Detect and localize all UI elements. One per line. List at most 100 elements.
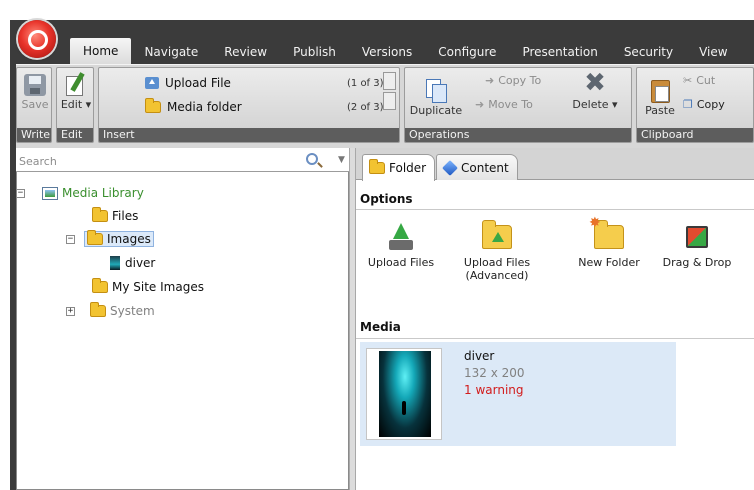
tab-folder[interactable]: Folder [362, 154, 436, 181]
tree-node-files[interactable]: Files [92, 206, 138, 226]
collapse-toggle[interactable]: − [66, 234, 75, 244]
drag-drop-option[interactable]: Drag & Drop [652, 218, 742, 269]
upload-file-count: (1 of 3) [347, 77, 384, 89]
search-bar: ▼ [16, 150, 349, 172]
tab-folder-label: Folder [389, 161, 427, 175]
delete-button[interactable]: ✖ Delete ▾ [563, 70, 627, 111]
ribbon-tabs: Home Navigate Review Publish Versions Co… [70, 38, 741, 64]
insert-group: Upload File (1 of 3) Media folder (2 of … [98, 67, 400, 143]
search-input[interactable] [19, 152, 289, 170]
pane-splitter[interactable] [349, 148, 356, 490]
tab-navigate[interactable]: Navigate [131, 40, 211, 64]
application-orb-button[interactable] [18, 20, 56, 58]
ribbon-toolbar: Save Write Edit ▾ Edit Upload File (1 of… [16, 64, 754, 148]
scroll-down-button[interactable] [383, 92, 396, 110]
clipboard-group-label: Clipboard [637, 128, 753, 142]
move-to-label: Move To [488, 98, 533, 111]
content-tabs: Folder Content [356, 148, 754, 181]
tab-home[interactable]: Home [70, 38, 132, 64]
content-cube-icon [442, 159, 458, 176]
diver-image [379, 351, 431, 437]
cut-label: Cut [696, 74, 716, 87]
tree-node-label: System [110, 304, 155, 318]
copy-label: Copy [696, 98, 725, 111]
tree-node-label: diver [125, 256, 156, 270]
tab-content[interactable]: Content [436, 154, 518, 180]
tree-node-images[interactable]: − Images [66, 229, 154, 249]
operations-group-label: Operations [405, 128, 631, 142]
tab-view[interactable]: View [686, 40, 740, 64]
content-pane: Folder Content Options Upload Files Uplo… [356, 148, 754, 490]
tab-presentation[interactable]: Presentation [509, 40, 610, 64]
media-tree: − Media Library Files − Images diver My … [16, 173, 349, 490]
folder-icon [369, 159, 385, 174]
tree-node-my-site-images[interactable]: My Site Images [92, 277, 204, 297]
option-label: Upload Files [463, 256, 531, 269]
duplicate-button[interactable]: Duplicate [409, 70, 463, 117]
upload-files-advanced-icon [482, 220, 512, 249]
tree-node-system[interactable]: + System [66, 301, 155, 321]
tab-content-label: Content [461, 160, 509, 175]
new-folder-option[interactable]: ✸ New Folder [564, 216, 654, 269]
paste-button[interactable]: Paste [643, 70, 677, 117]
tree-node-diver[interactable]: diver [110, 253, 155, 273]
media-folder-button[interactable]: Media folder (2 of 3) [105, 96, 395, 118]
folder-icon [145, 98, 161, 113]
upload-files-option[interactable]: Upload Files [356, 218, 446, 269]
scissors-icon: ✂ [683, 74, 693, 87]
folder-icon [90, 302, 106, 317]
upload-file-label: Upload File [165, 76, 231, 90]
collapse-toggle[interactable]: − [16, 188, 25, 198]
upload-files-advanced-option[interactable]: Upload Files (Advanced) [452, 218, 542, 282]
search-icon[interactable] [306, 153, 318, 165]
drag-drop-icon [686, 226, 708, 248]
write-group: Save Write [16, 67, 52, 143]
move-to-button[interactable]: ➜ Move To [475, 98, 533, 111]
tab-publish[interactable]: Publish [280, 40, 349, 64]
expand-toggle[interactable]: + [66, 306, 75, 316]
new-folder-icon: ✸ [589, 216, 624, 249]
copy-to-label: Copy To [498, 74, 542, 87]
options-heading: Options [360, 192, 413, 206]
copy-to-button[interactable]: ➜ Copy To [485, 74, 541, 87]
copy-button[interactable]: ❐ Copy [683, 98, 725, 111]
tree-node-label: Images [107, 232, 151, 246]
folder-icon [87, 230, 103, 245]
upload-file-button[interactable]: Upload File (1 of 3) [105, 72, 395, 94]
tree-node-media-library[interactable]: − Media Library [16, 183, 144, 203]
scroll-up-button[interactable] [383, 72, 396, 90]
operations-group: Duplicate ➜ Copy To ➜ Move To ✖ Delete ▾… [404, 67, 632, 143]
media-item-diver[interactable]: diver 132 x 200 1 warning [360, 342, 676, 446]
tab-review[interactable]: Review [211, 40, 280, 64]
edit-button[interactable]: Edit ▾ [60, 70, 92, 111]
edit-label: Edit ▾ [60, 98, 92, 111]
edit-pencil-icon [64, 72, 88, 96]
delete-x-icon: ✖ [584, 68, 606, 98]
tab-versions[interactable]: Versions [349, 40, 425, 64]
chevron-down-icon[interactable]: ▼ [338, 155, 345, 165]
tab-security[interactable]: Security [611, 40, 686, 64]
media-thumbnail [366, 348, 442, 440]
media-divider [356, 338, 754, 339]
tab-configure[interactable]: Configure [425, 40, 509, 64]
media-library-icon [42, 186, 58, 200]
duplicate-label: Duplicate [409, 104, 463, 117]
save-button[interactable]: Save [20, 70, 50, 111]
upload-files-icon [387, 222, 415, 252]
tree-node-label: Files [112, 209, 139, 223]
edit-group: Edit ▾ Edit [56, 67, 94, 143]
media-warning[interactable]: 1 warning [464, 382, 525, 399]
option-label-advanced: (Advanced) [465, 269, 529, 282]
cut-button[interactable]: ✂ Cut [683, 74, 715, 87]
edit-group-label: Edit [57, 128, 93, 142]
paste-clipboard-icon [649, 78, 671, 103]
save-label: Save [21, 98, 49, 111]
write-group-label: Write [17, 128, 51, 142]
duplicate-icon [425, 78, 447, 103]
selected-node: Images [84, 230, 154, 247]
insert-group-label: Insert [99, 128, 399, 142]
tree-node-label: Media Library [62, 186, 144, 200]
copy-to-icon: ➜ [485, 74, 495, 87]
paste-label: Paste [645, 104, 675, 117]
folder-icon [92, 207, 108, 222]
